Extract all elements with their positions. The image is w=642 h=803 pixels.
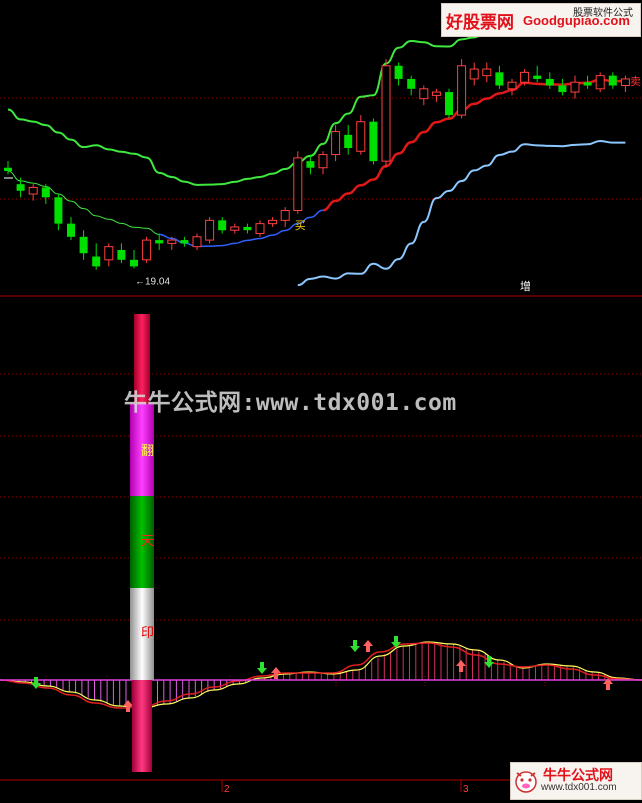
down-arrow-signal bbox=[257, 662, 267, 674]
candle-body-up bbox=[457, 65, 467, 116]
candle-body-down bbox=[155, 240, 164, 244]
logo-top-cn: 好股票网 bbox=[446, 13, 514, 33]
candle-body-down bbox=[130, 259, 138, 267]
candle-body-down bbox=[445, 92, 453, 116]
cow-mascot-icon bbox=[515, 771, 537, 793]
candle-body-up bbox=[595, 75, 605, 90]
candle-body-down bbox=[41, 187, 50, 198]
logo-bottom-url: www.tdx001.com bbox=[541, 782, 617, 793]
signal-bar-label: 印 bbox=[141, 626, 154, 641]
candle-body-up bbox=[167, 239, 177, 244]
buy-signal-label: 买 bbox=[295, 219, 306, 232]
candle-body-down bbox=[608, 75, 617, 86]
candle-body-up bbox=[192, 236, 202, 248]
candle-body-down bbox=[369, 121, 378, 162]
candle-body-down bbox=[545, 78, 554, 86]
mid-band-early bbox=[7, 170, 160, 235]
candle-body-down bbox=[117, 249, 126, 260]
candle-body-down bbox=[79, 236, 88, 254]
candle-body-up bbox=[620, 78, 630, 87]
candle-body-up bbox=[520, 71, 530, 83]
candle-body-up bbox=[104, 246, 114, 261]
candle-body-up bbox=[142, 239, 152, 261]
oscillator-histogram bbox=[5, 642, 637, 708]
candle-body-up bbox=[356, 121, 366, 152]
candle-body-down bbox=[306, 161, 315, 168]
candle-body-up bbox=[28, 186, 38, 195]
candle-body-up bbox=[230, 226, 240, 231]
candle-body-down bbox=[583, 82, 592, 86]
low-price-label: ←19.04 bbox=[135, 276, 170, 287]
candle-body-down bbox=[54, 197, 63, 224]
candle-body-up bbox=[381, 65, 391, 162]
signal-bar-label: 翻 bbox=[141, 444, 154, 459]
candle-body-up bbox=[482, 68, 492, 77]
logo-top-small: 股票软件公式 bbox=[573, 8, 633, 19]
candle-body-up bbox=[331, 131, 341, 156]
candle-body-up bbox=[419, 88, 429, 100]
candle-body-up bbox=[293, 157, 303, 211]
candles-group bbox=[4, 59, 630, 270]
candle-body-up bbox=[570, 81, 580, 93]
candle-body-down bbox=[67, 223, 75, 237]
candle-body-down bbox=[4, 167, 12, 172]
candle-body-down bbox=[344, 134, 353, 148]
up-arrow-signal bbox=[363, 640, 373, 652]
candle-body-down bbox=[243, 226, 252, 231]
x-axis-tick-label: 2 bbox=[224, 784, 230, 795]
candle-body-up bbox=[318, 154, 328, 169]
candle-body-down bbox=[218, 220, 227, 231]
sell-signal-label: 卖 bbox=[630, 75, 641, 88]
down-arrow-signal bbox=[350, 640, 360, 652]
upper-band-line bbox=[7, 16, 626, 186]
candle-body-up bbox=[280, 209, 290, 221]
candle-body-up bbox=[431, 91, 441, 96]
signal-bar-red-bottom bbox=[132, 680, 152, 772]
lower-band-line bbox=[297, 139, 626, 287]
candle-body-up bbox=[268, 219, 278, 225]
up-arrow-signal bbox=[456, 660, 466, 672]
candle-body-down bbox=[92, 256, 101, 267]
up-arrow-signal bbox=[271, 667, 281, 679]
candle-body-down bbox=[495, 72, 504, 86]
candle-body-up bbox=[255, 223, 265, 235]
x-axis-tick-label: 3 bbox=[463, 784, 469, 795]
candle-body-up bbox=[507, 81, 517, 90]
signal-bar-label: 天 bbox=[141, 534, 154, 549]
candle-body-down bbox=[180, 240, 189, 244]
candle-body-down bbox=[394, 65, 403, 79]
up-arrow-signal bbox=[123, 700, 133, 712]
zeng-label: 增 bbox=[520, 279, 531, 293]
candle-body-down bbox=[533, 75, 542, 79]
watermark-text: 牛牛公式网:www.tdx001.com bbox=[124, 390, 457, 416]
candle-body-down bbox=[558, 85, 567, 93]
candle-body-up bbox=[469, 68, 479, 80]
candle-body-down bbox=[407, 78, 416, 89]
candle-body-down bbox=[16, 184, 25, 191]
candle-body-up bbox=[205, 219, 215, 241]
